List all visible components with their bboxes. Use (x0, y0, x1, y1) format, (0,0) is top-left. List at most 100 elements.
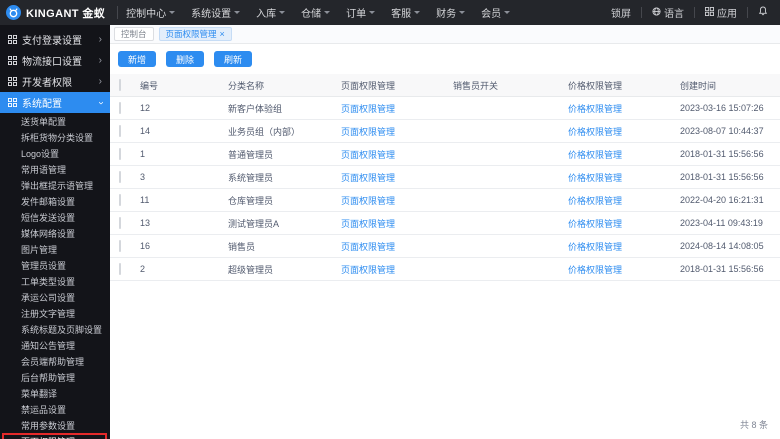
nav-item-5[interactable]: 订单 (346, 5, 376, 20)
tab-close-icon[interactable]: × (220, 29, 225, 39)
globe-button[interactable]: 语言 (652, 5, 684, 20)
nav-item-3[interactable]: 入库 (256, 5, 286, 20)
sidebar-item-4[interactable]: 常用语管理 (0, 161, 110, 177)
cell-name: 仓库管理员 (228, 195, 274, 206)
nav-item-8[interactable]: 会员 (481, 5, 511, 20)
row-checkbox[interactable] (119, 171, 121, 183)
table-row: 12 新客户体验组 页面权限管理 价格权限管理 2023-03-16 15:07:26 (110, 97, 780, 120)
sidebar-item-21[interactable]: 页面权限管理 (0, 433, 110, 439)
sidebar-item-5[interactable]: 弹出框提示语管理 (0, 177, 110, 193)
cell-created-at: 2018-01-31 15:56:56 (680, 264, 764, 274)
col-header-id: 编号 (140, 80, 159, 91)
nav-item-label: 系统设置 (191, 9, 232, 20)
page-permission-link[interactable]: 页面权限管理 (341, 263, 453, 276)
nav-item-7[interactable]: 财务 (436, 5, 466, 20)
nav-item-2[interactable]: 系统设置 (191, 5, 241, 20)
row-checkbox[interactable] (119, 194, 121, 206)
row-checkbox[interactable] (119, 263, 121, 275)
sidebar-item-17[interactable]: 后台帮助管理 (0, 369, 110, 385)
cell-id: 14 (140, 126, 151, 136)
nav-item-6[interactable]: 客服 (391, 5, 421, 20)
sidebar-item-18[interactable]: 菜单翻译 (0, 385, 110, 401)
lock-screen-button[interactable]: 锁屏 (611, 5, 631, 20)
logo[interactable]: KINGANT 金蚁 (0, 5, 115, 21)
sidebar-item-label: 拆柜货物分类设置 (21, 132, 94, 143)
row-checkbox[interactable] (119, 217, 121, 229)
page-permission-link[interactable]: 页面权限管理 (341, 102, 453, 115)
sidebar-item-11[interactable]: 工单类型设置 (0, 273, 110, 289)
refresh-button[interactable]: 刷新 (214, 51, 253, 67)
sidebar-item-7[interactable]: 短信发送设置 (0, 209, 110, 225)
sidebar-item-10[interactable]: 管理员设置 (0, 257, 110, 273)
nav-right-divider (694, 7, 695, 18)
delete-button[interactable]: 删除 (166, 51, 205, 67)
cell-id: 16 (140, 241, 151, 251)
sidebar-group-3[interactable]: 开发者权限 › (0, 71, 110, 92)
sidebar-item-13[interactable]: 注册文字管理 (0, 305, 110, 321)
sidebar-item-2[interactable]: 拆柜货物分类设置 (0, 129, 110, 145)
page-permission-link[interactable]: 页面权限管理 (341, 171, 453, 184)
select-all-checkbox[interactable] (119, 79, 121, 91)
sidebar-item-12[interactable]: 承运公司设置 (0, 289, 110, 305)
page-permission-link[interactable]: 页面权限管理 (341, 217, 453, 230)
sidebar-item-6[interactable]: 发件邮箱设置 (0, 193, 110, 209)
page-permission-link[interactable]: 页面权限管理 (341, 125, 453, 138)
page-permission-link[interactable]: 页面权限管理 (341, 194, 453, 207)
brand-text: KINGANT 金蚁 (26, 7, 106, 20)
sidebar-item-1[interactable]: 送货单配置 (0, 113, 110, 129)
sidebar-item-label: 送货单配置 (21, 116, 67, 127)
price-permission-link[interactable]: 价格权限管理 (568, 263, 680, 276)
row-checkbox[interactable] (119, 125, 121, 137)
nav-item-label: 控制中心 (126, 9, 167, 20)
total-count-label: 共 8 条 (739, 420, 768, 430)
page-permission-link[interactable]: 页面权限管理 (341, 148, 453, 161)
chevron-down-icon (234, 11, 241, 17)
bell-button[interactable] (758, 6, 768, 19)
tab-bar: 控制台 页面权限管理 × (110, 25, 780, 44)
price-permission-link[interactable]: 价格权限管理 (568, 217, 680, 230)
nav-divider (117, 6, 119, 19)
price-permission-link[interactable]: 价格权限管理 (568, 194, 680, 207)
sidebar-group-2[interactable]: 物流接口设置 › (0, 50, 110, 71)
top-navbar: KINGANT 金蚁 控制中心 系统设置 入库 仓储 订单 客服 财务 会员 锁屏 语言 应用 (0, 0, 780, 25)
menu-grid-icon (8, 77, 17, 86)
cell-created-at: 2018-01-31 15:56:56 (680, 149, 764, 159)
col-header-created: 创建时间 (680, 80, 717, 91)
sidebar-item-label: 后台帮助管理 (21, 372, 76, 383)
nav-item-label: 财务 (436, 9, 457, 20)
sidebar-item-19[interactable]: 禁运品设置 (0, 401, 110, 417)
row-checkbox[interactable] (119, 102, 121, 114)
cell-id: 12 (140, 103, 151, 113)
tab-page-permission[interactable]: 页面权限管理 × (158, 27, 232, 41)
sidebar-item-9[interactable]: 图片管理 (0, 241, 110, 257)
sidebar-group-4[interactable]: 系统配置 › (0, 92, 110, 113)
nav-right-divider (747, 7, 748, 18)
nav-item-4[interactable]: 仓储 (301, 5, 331, 20)
row-checkbox[interactable] (119, 148, 121, 160)
cell-id: 13 (140, 218, 151, 228)
nav-item-1[interactable]: 控制中心 (126, 5, 176, 20)
nav-utility-label: 应用 (717, 9, 737, 20)
price-permission-link[interactable]: 价格权限管理 (568, 148, 680, 161)
cell-name: 系统管理员 (228, 172, 274, 183)
price-permission-link[interactable]: 价格权限管理 (568, 102, 680, 115)
price-permission-link[interactable]: 价格权限管理 (568, 125, 680, 138)
price-permission-link[interactable]: 价格权限管理 (568, 171, 680, 184)
sidebar-item-15[interactable]: 通知公告管理 (0, 337, 110, 353)
sidebar: 支付登录设置 › 物流接口设置 › 开发者权限 › 系统配置 › 送货单配置拆柜货物分类设置 L… (0, 25, 110, 439)
sidebar-group-1[interactable]: 支付登录设置 › (0, 29, 110, 50)
apps-grid-button[interactable]: 应用 (705, 5, 737, 20)
sidebar-item-20[interactable]: 常用参数设置 (0, 417, 110, 433)
sidebar-item-14[interactable]: 系统标题及页脚设置 (0, 321, 110, 337)
sidebar-item-16[interactable]: 会员端帮助管理 (0, 353, 110, 369)
sidebar-item-8[interactable]: 媒体网络设置 (0, 225, 110, 241)
tab-console[interactable]: 控制台 (114, 27, 154, 41)
sidebar-item-3[interactable]: Logo设置 (0, 145, 110, 161)
cell-name: 销售员 (228, 241, 256, 252)
add-button[interactable]: 新增 (118, 51, 157, 67)
page-permission-link[interactable]: 页面权限管理 (341, 240, 453, 253)
sidebar-item-label: 菜单翻译 (21, 388, 58, 399)
row-checkbox[interactable] (119, 240, 121, 252)
price-permission-link[interactable]: 价格权限管理 (568, 240, 680, 253)
ant-icon (6, 5, 21, 20)
